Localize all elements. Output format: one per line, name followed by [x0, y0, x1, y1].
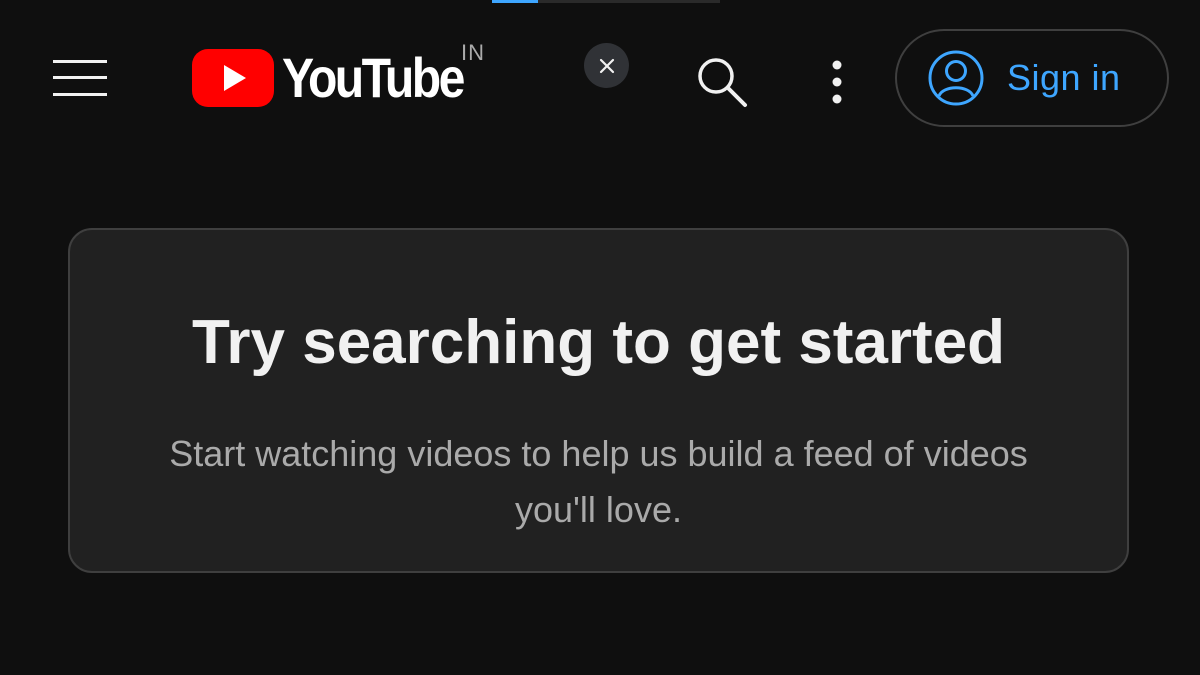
youtube-wordmark: YouTube — [282, 46, 465, 109]
dismiss-button[interactable] — [584, 43, 629, 88]
top-app-bar: YouTube IN Sign in — [0, 0, 1200, 160]
search-icon — [698, 58, 747, 107]
youtube-logo[interactable]: YouTube — [192, 38, 492, 118]
empty-feed-card: Try searching to get started Start watch… — [68, 228, 1129, 573]
more-options-button[interactable] — [812, 50, 862, 114]
account-circle-icon — [928, 50, 984, 106]
youtube-play-logo-icon — [192, 49, 274, 107]
sign-in-button[interactable]: Sign in — [895, 29, 1169, 127]
region-code-label: IN — [461, 40, 485, 65]
hamburger-menu-icon — [53, 60, 107, 96]
sign-in-label: Sign in — [1007, 57, 1121, 98]
empty-feed-message: Start watching videos to help us build a… — [169, 433, 1028, 530]
empty-feed-title: Try searching to get started — [191, 308, 1006, 377]
search-button[interactable] — [690, 50, 754, 114]
youtube-home-screen: YouTube IN Sign in Try searching to get … — [0, 0, 1200, 675]
vertical-dots-icon — [832, 60, 842, 104]
guide-menu-button[interactable] — [40, 44, 120, 112]
close-icon — [599, 58, 614, 73]
